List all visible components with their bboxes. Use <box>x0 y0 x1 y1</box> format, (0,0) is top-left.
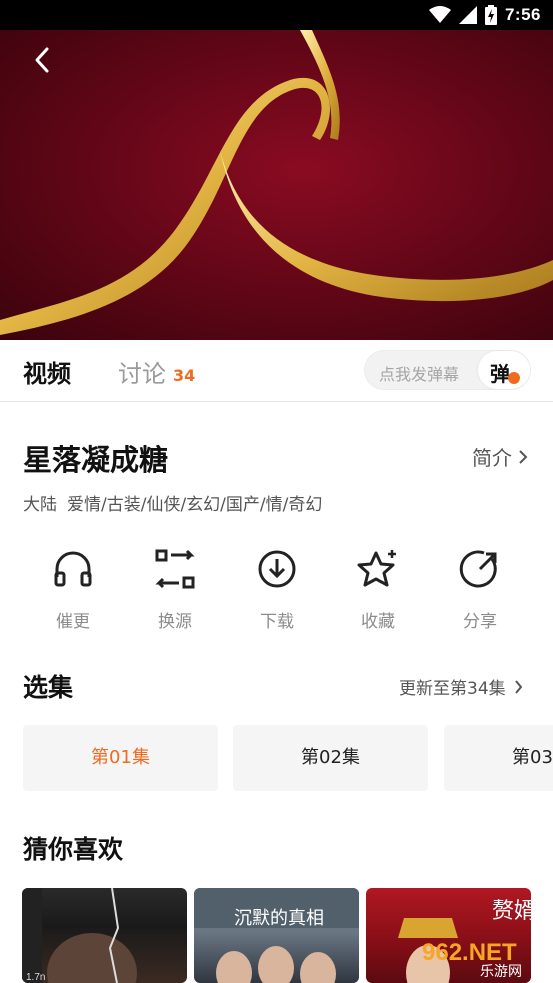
watermark-subtext: 乐游网 <box>480 964 522 980</box>
status-bar: 7:56 <box>0 0 553 30</box>
action-label: 收藏 <box>361 612 395 632</box>
danmaku-button-label: 弹 <box>490 362 510 386</box>
video-player[interactable] <box>0 30 553 340</box>
poster-art: 1.7n <box>22 888 137 983</box>
show-title: 星落凝成糖 <box>23 443 169 477</box>
update-text: 更新至第34集 <box>399 679 506 699</box>
recommend-poster[interactable]: 1.7n <box>22 888 187 983</box>
chevron-right-icon <box>514 679 522 694</box>
poster-text: 沉默的真相 <box>234 908 324 929</box>
genre-tags: 爱情/古装/仙侠/玄幻/国产/情/奇幻 <box>67 495 323 515</box>
download-button[interactable]: 下载 <box>237 547 317 632</box>
check-icon <box>508 372 520 384</box>
share-button[interactable]: 分享 <box>440 547 520 632</box>
danmaku-toggle-button[interactable]: 弹 <box>478 351 530 389</box>
favorite-button[interactable]: 收藏 <box>338 547 418 632</box>
download-icon <box>258 550 296 588</box>
danmaku-bar: 点我发弹幕 弹 <box>364 350 531 390</box>
action-label: 催更 <box>56 612 90 632</box>
status-time: 7:56 <box>504 5 541 24</box>
poster-text: 1.7n <box>26 972 45 983</box>
switch-source-button[interactable]: 换源 <box>135 547 215 632</box>
update-link[interactable]: 更新至第34集 <box>399 674 523 699</box>
watermark-text: 962.NET <box>422 939 517 966</box>
episode-list: 第01集 第02集 第03集 <box>23 725 553 791</box>
back-button[interactable] <box>26 44 58 76</box>
recommend-title: 猜你喜欢 <box>23 835 124 864</box>
tags-line: 大陆 爱情/古装/仙侠/玄幻/国产/情/奇幻 <box>23 490 322 515</box>
switch-source-icon <box>155 549 195 589</box>
video-frame-art <box>0 30 553 336</box>
action-label: 换源 <box>158 612 192 632</box>
action-label: 下载 <box>260 612 294 632</box>
watermark-logo: 962.NET 乐游网 <box>422 939 522 980</box>
episode-item[interactable]: 第01集 <box>23 725 218 791</box>
episodes-title: 选集 <box>23 673 74 702</box>
urge-update-button[interactable]: 催更 <box>33 547 113 632</box>
danmaku-input[interactable]: 点我发弹幕 <box>379 361 459 385</box>
battery-icon <box>484 5 497 25</box>
tab-video[interactable]: 视频 <box>23 354 71 389</box>
poster-art: 沉默的真相 <box>194 888 359 983</box>
intro-label: 简介 <box>472 446 512 470</box>
region-tag: 大陆 <box>23 495 57 515</box>
action-label: 分享 <box>463 612 497 632</box>
intro-link[interactable]: 简介 <box>472 442 528 471</box>
poster-text: 赘婿 <box>492 899 531 924</box>
wifi-icon <box>428 6 451 23</box>
episode-item[interactable]: 第02集 <box>233 725 428 791</box>
episode-item[interactable]: 第03集 <box>444 725 553 791</box>
discuss-count-badge: 34 <box>173 366 196 385</box>
recommend-poster[interactable]: 沉默的真相 <box>194 888 359 983</box>
share-icon <box>459 550 497 588</box>
tabs-row: 视频 讨论 34 点我发弹幕 弹 <box>0 340 553 402</box>
signal-icon <box>458 6 477 24</box>
chevron-right-icon <box>519 449 528 464</box>
star-icon <box>357 550 396 587</box>
back-arrow-icon <box>35 47 49 73</box>
headphones-icon <box>54 551 92 587</box>
tab-discuss[interactable]: 讨论 <box>118 354 166 389</box>
